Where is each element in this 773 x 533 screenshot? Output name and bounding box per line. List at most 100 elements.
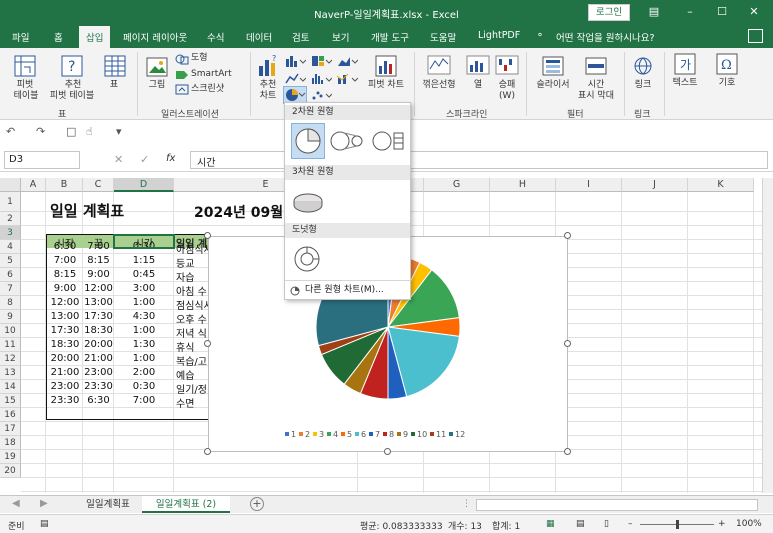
- row-header-16[interactable]: 16: [0, 408, 21, 422]
- shapes-label[interactable]: 도형: [191, 53, 208, 64]
- cancel-icon[interactable]: ✕: [114, 153, 123, 166]
- chart-resize-handle[interactable]: [564, 340, 571, 347]
- row-header-9[interactable]: 9: [0, 310, 21, 324]
- pie-of-pie-icon[interactable]: [329, 127, 365, 155]
- name-box[interactable]: D3: [4, 151, 80, 169]
- pivot-chart-label[interactable]: 피벗 차트: [366, 80, 406, 91]
- winloss-label-1[interactable]: 승패: [495, 80, 519, 91]
- chart-resize-handle[interactable]: [204, 232, 211, 239]
- hierarchy-chart-icon[interactable]: [310, 54, 332, 68]
- tab-help[interactable]: 도움말: [430, 30, 456, 44]
- tab-page-layout[interactable]: 페이지 레이아웃: [123, 30, 187, 44]
- chart-resize-handle[interactable]: [204, 448, 211, 455]
- tab-lightpdf[interactable]: LightPDF: [478, 30, 520, 41]
- zoom-level[interactable]: 100%: [736, 519, 762, 529]
- column-sparkline-label[interactable]: 열: [470, 80, 486, 91]
- col-header-k[interactable]: K: [688, 178, 754, 192]
- row-header-14[interactable]: 14: [0, 380, 21, 394]
- smartart-label[interactable]: SmartArt: [191, 69, 232, 80]
- row-header-4[interactable]: 4: [0, 240, 21, 254]
- zoom-in-icon[interactable]: +: [718, 519, 726, 529]
- zoom-out-icon[interactable]: –: [628, 519, 633, 529]
- tab-split-handle[interactable]: ⋮: [462, 499, 471, 509]
- zoom-slider-thumb[interactable]: [676, 520, 679, 529]
- col-header-c[interactable]: C: [83, 178, 114, 192]
- screenshot-label[interactable]: 스크린샷: [191, 84, 224, 95]
- chart-resize-handle[interactable]: [204, 340, 211, 347]
- row-header-19[interactable]: 19: [0, 450, 21, 464]
- col-header-b[interactable]: B: [46, 178, 83, 192]
- page-break-view-icon[interactable]: ▯: [604, 519, 609, 529]
- pie-2d-option[interactable]: [291, 123, 325, 159]
- tab-data[interactable]: 데이터: [246, 30, 272, 44]
- more-pie-charts-item[interactable]: 다른 원형 차트(M)...: [285, 282, 410, 299]
- row-header-8[interactable]: 8: [0, 296, 21, 310]
- col-header-i[interactable]: I: [556, 178, 622, 192]
- row-header-12[interactable]: 12: [0, 352, 21, 366]
- enter-icon[interactable]: ✓: [140, 153, 149, 166]
- pivot-label-2[interactable]: 테이블: [4, 91, 48, 102]
- row-header-18[interactable]: 18: [0, 436, 21, 450]
- touch-mode-icon[interactable]: ☝: [86, 125, 93, 138]
- text-label[interactable]: 텍스트: [669, 78, 701, 89]
- close-icon[interactable]: ✕: [744, 4, 764, 20]
- login-button[interactable]: 로그인: [588, 4, 630, 21]
- customize-qat-icon[interactable]: ▾: [116, 125, 122, 138]
- bar-of-pie-icon[interactable]: [371, 127, 407, 155]
- row-header-11[interactable]: 11: [0, 338, 21, 352]
- row-header-13[interactable]: 13: [0, 366, 21, 380]
- ribbon-display-icon[interactable]: ▤: [644, 4, 664, 20]
- rec-pivot-label-1[interactable]: 추천: [56, 80, 90, 91]
- formula-input[interactable]: 시간: [190, 151, 768, 169]
- row-header-3[interactable]: 3: [0, 226, 21, 240]
- line-chart-icon[interactable]: [284, 72, 306, 86]
- sheet-date[interactable]: 2024년 09월: [192, 202, 283, 222]
- link-label[interactable]: 링크: [633, 80, 653, 91]
- scatter-chart-icon[interactable]: [310, 88, 332, 102]
- chart-resize-handle[interactable]: [564, 232, 571, 239]
- tab-file[interactable]: 파일: [12, 30, 29, 44]
- tab-home[interactable]: 홈: [54, 30, 63, 44]
- donut-icon[interactable]: [291, 243, 323, 275]
- col-header-a[interactable]: A: [21, 178, 46, 192]
- select-all-corner[interactable]: [0, 178, 21, 192]
- minimize-icon[interactable]: –: [680, 4, 700, 20]
- normal-view-icon[interactable]: ▦: [546, 519, 555, 529]
- row-header-15[interactable]: 15: [0, 394, 21, 408]
- scroll-right-icon[interactable]: ▶: [40, 498, 48, 509]
- column-chart-icon[interactable]: [284, 54, 306, 68]
- slicer-label[interactable]: 슬라이서: [531, 80, 575, 91]
- picture-label[interactable]: 그림: [146, 80, 168, 91]
- selected-cell-d3[interactable]: [113, 234, 175, 249]
- tab-developer[interactable]: 개발 도구: [371, 30, 409, 44]
- statistic-chart-icon[interactable]: [310, 72, 332, 86]
- undo-icon[interactable]: ↶: [6, 125, 15, 138]
- winloss-label-2[interactable]: (W): [495, 91, 519, 102]
- add-sheet-icon[interactable]: +: [250, 497, 264, 511]
- tab-formulas[interactable]: 수식: [207, 30, 224, 44]
- print-preview-icon[interactable]: □: [66, 125, 76, 138]
- scroll-left-icon[interactable]: ◀: [12, 498, 20, 509]
- redo-icon[interactable]: ↷: [36, 125, 45, 138]
- row-header-1[interactable]: 1: [0, 192, 21, 212]
- tell-me-search[interactable]: 어떤 작업을 원하시나요?: [556, 30, 654, 44]
- tab-insert[interactable]: 삽입: [79, 26, 111, 48]
- tab-review[interactable]: 검토: [292, 30, 309, 44]
- col-header-g[interactable]: G: [424, 178, 490, 192]
- timeline-label-1[interactable]: 시간: [584, 80, 608, 91]
- timeline-label-2[interactable]: 표시 막대: [574, 91, 618, 102]
- chart-resize-handle[interactable]: [564, 448, 571, 455]
- horizontal-scrollbar[interactable]: [476, 499, 758, 511]
- maximize-icon[interactable]: ☐: [712, 4, 732, 20]
- symbol-label[interactable]: 기호: [717, 78, 737, 89]
- row-header-6[interactable]: 6: [0, 268, 21, 282]
- row-header-5[interactable]: 5: [0, 254, 21, 268]
- sheet-title[interactable]: 일일 계획표: [48, 200, 124, 221]
- line-sparkline-label[interactable]: 꺾은선형: [421, 80, 457, 91]
- col-header-j[interactable]: J: [622, 178, 688, 192]
- row-header-7[interactable]: 7: [0, 282, 21, 296]
- table-label[interactable]: 표: [106, 80, 122, 91]
- rec-chart-label-1[interactable]: 추천: [257, 80, 279, 91]
- rec-chart-label-2[interactable]: 차트: [257, 91, 279, 102]
- tab-view[interactable]: 보기: [332, 30, 349, 44]
